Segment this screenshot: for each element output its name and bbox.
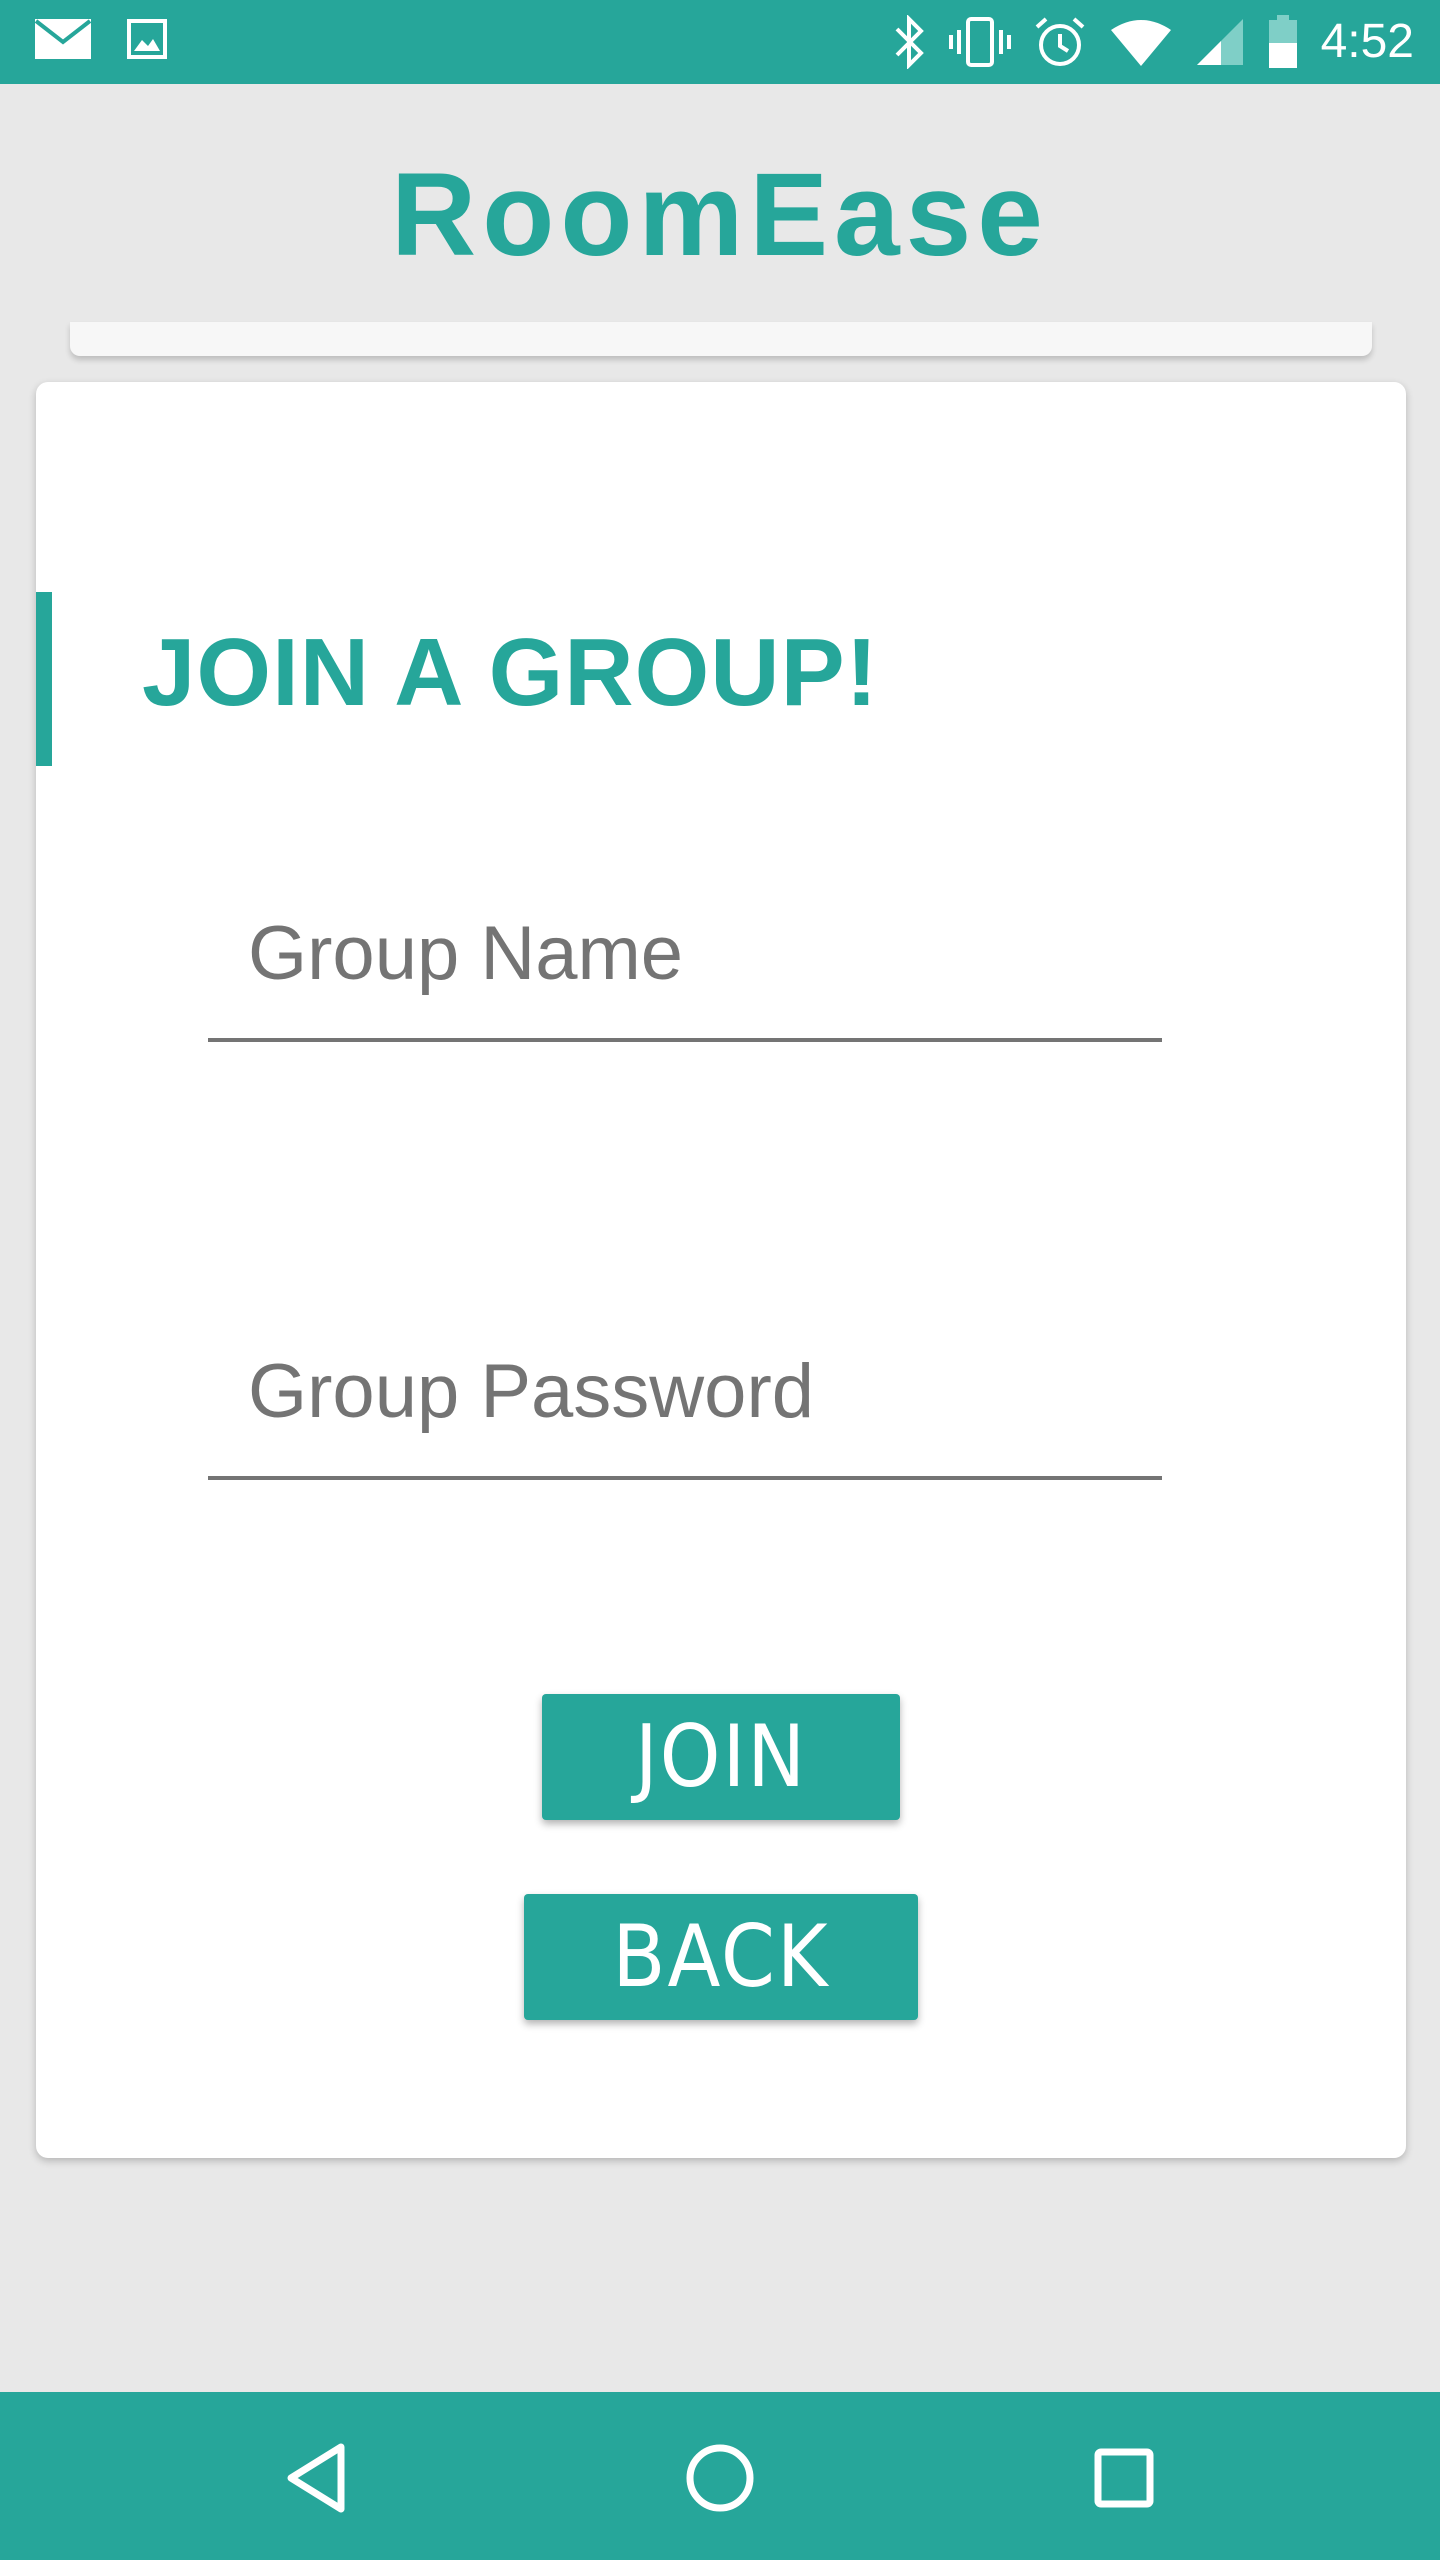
group-name-underline [208, 1038, 1162, 1042]
stacked-card-edge [70, 322, 1372, 356]
cell-signal-icon [1196, 19, 1243, 65]
mail-icon [34, 19, 92, 59]
join-button[interactable]: JOIN [542, 1694, 900, 1820]
nav-recents-button[interactable] [1074, 2428, 1174, 2528]
group-password-underline [208, 1476, 1162, 1480]
nav-home-icon [686, 2444, 754, 2512]
status-bar-system: 4:52 [893, 12, 1414, 72]
nav-home-button[interactable] [670, 2428, 770, 2528]
image-icon [127, 19, 167, 59]
group-name-input[interactable] [208, 844, 1162, 1040]
group-password-field [208, 1282, 1162, 1482]
join-group-card: JOIN A GROUP! JOIN BACK [36, 382, 1406, 2158]
navigation-bar [0, 2392, 1440, 2560]
nav-back-icon [287, 2443, 345, 2513]
group-name-field [208, 844, 1162, 1044]
status-time: 4:52 [1320, 15, 1414, 68]
card-heading: JOIN A GROUP! [142, 619, 879, 726]
heading-accent-bar [36, 592, 52, 766]
vibrate-icon [948, 17, 1011, 67]
alarm-icon [1035, 17, 1084, 66]
nav-back-button[interactable] [266, 2428, 366, 2528]
battery-icon [1268, 15, 1297, 68]
status-bar-notifications [34, 18, 168, 60]
nav-recents-icon [1094, 2448, 1154, 2508]
group-password-input[interactable] [208, 1282, 1162, 1478]
app-title: RoomEase [391, 149, 1049, 281]
wifi-icon [1110, 20, 1171, 66]
bluetooth-icon [895, 15, 924, 69]
back-button[interactable]: BACK [524, 1894, 918, 2020]
status-bar: 4:52 [0, 0, 1440, 84]
